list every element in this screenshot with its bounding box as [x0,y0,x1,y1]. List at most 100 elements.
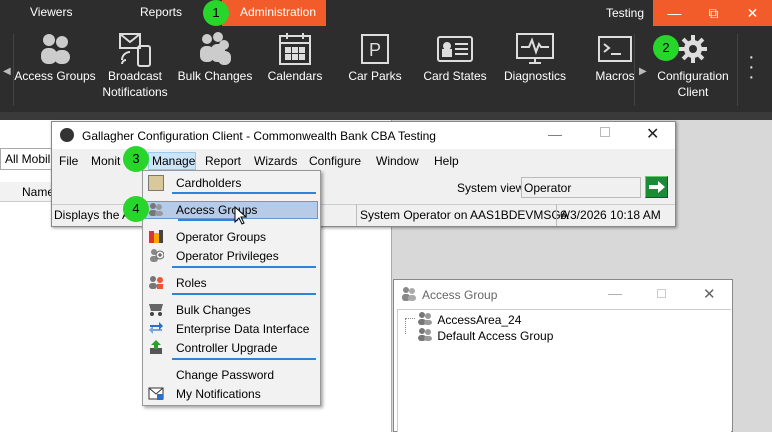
arrow-right-icon [649,181,665,193]
menu-item-roles[interactable]: Roles [143,274,320,293]
ribbon-scroll-right-icon[interactable]: ▶ [639,66,647,77]
minimize-button[interactable]: — [655,0,694,26]
menu-monitor[interactable]: Monit [91,154,120,168]
menu-separator [172,358,316,360]
card-icon [435,30,475,68]
ribbon-car-parks-button[interactable]: P Car Parks [338,30,412,106]
step-badge-2: 2 [653,35,679,61]
menu-item-operator-privileges[interactable]: Operator Privileges [143,247,320,266]
client-title: Gallagher Configuration Client - Commonw… [82,129,436,143]
tree-item-label: AccessArea_24 [437,313,522,327]
status-divider [556,204,557,226]
tree-line [405,318,406,334]
gear-icon [673,30,713,68]
ribbon-label: Calendars [267,69,323,83]
ag-close-button[interactable]: ✕ [703,285,716,303]
mouse-cursor-icon [234,205,248,229]
tab-administration[interactable]: Administration [222,0,326,26]
bulk-people-icon [195,30,235,68]
status-datetime: 6/3/2026 10:18 AM [560,208,661,222]
ag-maximize-button[interactable] [657,289,666,298]
ribbon-label: Bulk Changes [177,69,253,83]
tree-item-default-access-group[interactable]: Default Access Group [416,327,553,345]
ribbon-label: Broadcast Notifications [102,69,168,99]
ribbon-label: Access Groups [14,69,96,83]
ribbon-calendars-button[interactable]: Calendars [258,30,332,106]
tab-viewers[interactable]: Viewers [30,5,72,19]
status-description: Displays the A [54,208,131,222]
bulk-change-icon [148,301,164,317]
ribbon-separator [737,34,738,106]
ribbon-access-groups-button[interactable]: Access Groups [14,30,96,106]
menu-separator [172,293,316,295]
tab-administration-label: Administration [240,5,317,19]
menu-window[interactable]: Window [376,154,419,168]
ag-minimize-button[interactable]: — [608,285,622,301]
step-badge-3: 3 [123,146,149,172]
tree-line [405,318,415,319]
system-view-label: System view: [457,181,528,195]
upgrade-icon [148,339,164,355]
roles-icon [148,274,164,290]
ribbon-bulk-changes-button[interactable]: Bulk Changes [176,30,254,106]
ribbon-divider [0,112,772,120]
ribbon-separator [634,34,635,106]
client-minimize-button[interactable]: — [548,126,562,142]
client-maximize-button[interactable] [600,127,610,137]
menu-report[interactable]: Report [205,154,241,168]
arrows-icon [148,320,164,336]
ribbon-label: Diagnostics [503,69,567,83]
ribbon-card-states-button[interactable]: Card States [418,30,492,106]
ribbon-scroll-left-icon[interactable]: ◀ [3,66,11,77]
ribbon-label: Configuration Client [657,69,729,99]
access-group-icon [148,201,164,217]
status-divider [356,204,357,226]
menu-manage[interactable]: Manage [152,154,195,168]
monitor-pulse-icon [515,30,555,68]
menu-file[interactable]: File [59,154,78,168]
go-button[interactable] [645,176,668,198]
menu-item-cardholders[interactable]: Cardholders [143,174,320,193]
menu-configure[interactable]: Configure [309,154,361,168]
step-badge-1: 1 [203,0,229,26]
access-group-icon [416,327,434,345]
menu-help[interactable]: Help [434,154,459,168]
menu-item-controller-upgrade[interactable]: Controller Upgrade [143,339,320,358]
access-group-title-icon [400,286,418,305]
menu-item-enterprise-data-interface[interactable]: Enterprise Data Interface [143,320,320,339]
system-view-input[interactable]: Operator [521,177,641,198]
menu-item-my-notifications[interactable]: My Notifications [143,385,320,404]
status-operator: System Operator on AAS1BDEVMSGA [360,208,569,222]
tab-reports[interactable]: Reports [140,5,182,19]
menu-item-access-groups[interactable]: Access Groups [143,201,320,220]
client-close-button[interactable]: ✕ [646,124,659,144]
operator-group-icon [148,228,164,244]
people-icon [35,30,75,68]
close-button[interactable]: ✕ [733,0,772,26]
notification-icon [148,385,164,401]
more-options-icon[interactable]: · · · [748,47,755,87]
access-group-titlebar: Access Group — ✕ [394,280,732,308]
menu-item-change-password[interactable]: Change Password [143,366,320,385]
ribbon-diagnostics-button[interactable]: Diagnostics [498,30,572,106]
menu-separator [172,266,316,268]
calendar-icon [275,30,315,68]
menu-item-operator-groups[interactable]: Operator Groups [143,228,320,247]
broadcast-icon [115,30,155,68]
menu-item-bulk-changes[interactable]: Bulk Changes [143,301,320,320]
restore-button[interactable]: ⧉ [694,0,733,26]
ribbon-label: Car Parks [348,69,402,83]
app-title: Testing [606,6,645,20]
menu-separator [172,192,316,194]
step-badge-4: 4 [123,196,149,222]
privileges-icon [148,247,165,263]
parking-icon: P [355,30,395,68]
client-titlebar: Gallagher Configuration Client - Commonw… [52,122,675,149]
menu-separator [178,219,238,221]
app-icon [60,128,74,142]
access-group-title: Access Group [422,288,498,302]
svg-text:P: P [369,40,381,60]
tree-item-label: Default Access Group [437,329,554,343]
menu-wizards[interactable]: Wizards [254,154,297,168]
ribbon-broadcast-button[interactable]: Broadcast Notifications [98,30,172,106]
